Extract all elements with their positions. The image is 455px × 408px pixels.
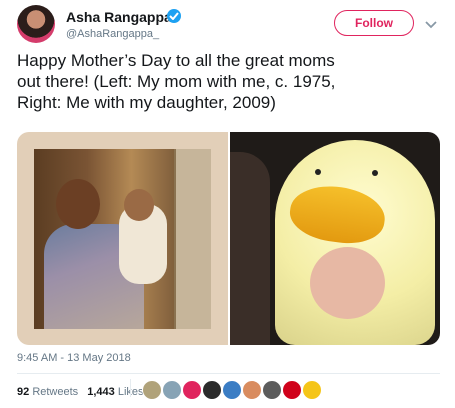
photo-right[interactable]: [230, 132, 440, 345]
avatar[interactable]: [17, 5, 55, 43]
stats-separator: [130, 379, 131, 397]
retweets-stat[interactable]: 92 Retweets: [17, 386, 78, 398]
follow-button[interactable]: Follow: [334, 10, 414, 36]
verified-badge-icon: [167, 9, 181, 23]
liker-avatars: [142, 380, 442, 402]
liker-avatar[interactable]: [162, 380, 182, 400]
liker-avatar[interactable]: [182, 380, 202, 400]
photo-left[interactable]: [17, 132, 228, 345]
likes-count: 1,443: [87, 386, 115, 398]
liker-avatar[interactable]: [202, 380, 222, 400]
likes-stat[interactable]: 1,443 Likes: [87, 386, 143, 398]
liker-avatar[interactable]: [142, 380, 162, 400]
liker-avatar[interactable]: [222, 380, 242, 400]
retweets-label: Retweets: [32, 386, 79, 398]
author-name[interactable]: Asha Rangappa: [66, 9, 172, 25]
liker-avatar[interactable]: [262, 380, 282, 400]
tweet-text: Happy Mother’s Day to all the great moms…: [17, 51, 336, 112]
author-handle[interactable]: @AshaRangappa_: [66, 28, 159, 40]
tweet-media: [17, 132, 440, 345]
retweets-count: 92: [17, 386, 30, 398]
liker-avatar[interactable]: [242, 380, 262, 400]
divider: [17, 373, 440, 374]
liker-avatar[interactable]: [302, 380, 322, 400]
liker-avatar[interactable]: [282, 380, 302, 400]
tweet-timestamp[interactable]: 9:45 AM - 13 May 2018: [17, 352, 131, 364]
chevron-down-icon[interactable]: [424, 17, 438, 29]
